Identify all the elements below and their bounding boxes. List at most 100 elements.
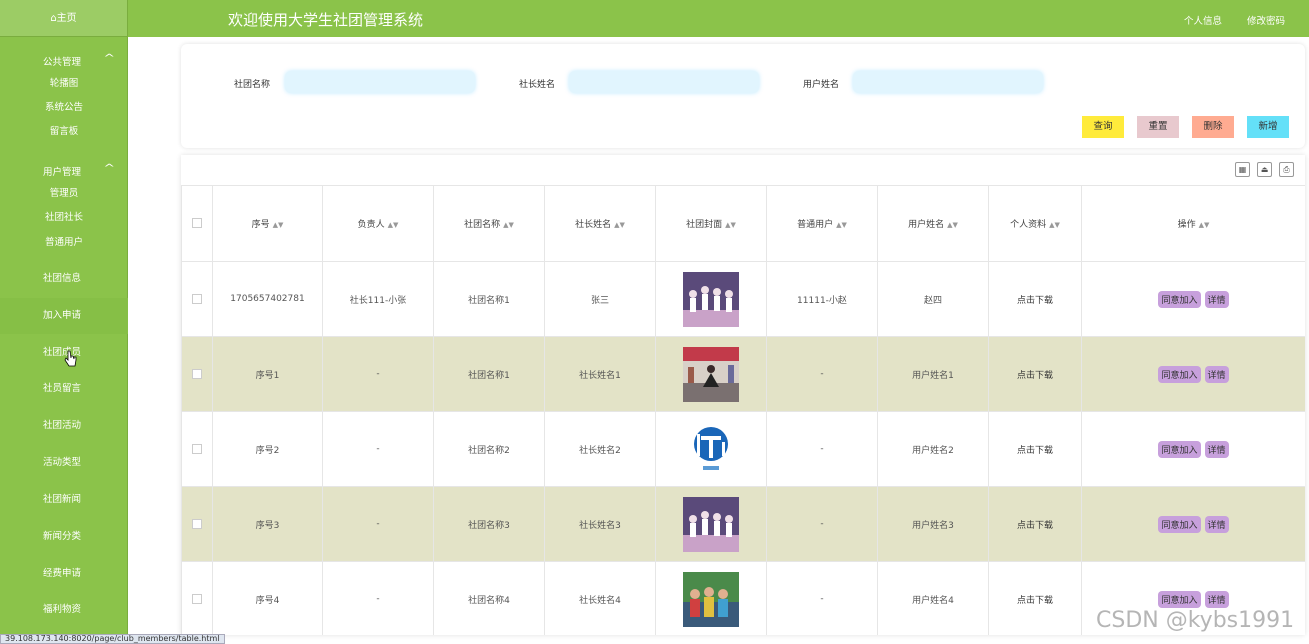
search-panel: 社团名称 社长姓名 用户姓名 查询 重置 删除 新增 bbox=[181, 44, 1305, 148]
query-button[interactable]: 查询 bbox=[1082, 116, 1124, 138]
sidebar-item-activity-types[interactable]: 活动类型 bbox=[0, 446, 128, 480]
sidebar-item-normal-user[interactable]: 普通用户 bbox=[0, 234, 128, 248]
sidebar-item-club-activities[interactable]: 社团活动 bbox=[0, 409, 128, 443]
sidebar-item-funding[interactable]: 经费申请 bbox=[0, 557, 128, 591]
download-link[interactable]: 点击下载 bbox=[1017, 296, 1053, 306]
row-checkbox[interactable] bbox=[192, 593, 202, 604]
col-header[interactable]: 社长姓名 ▲▼ bbox=[544, 185, 656, 262]
club-cover-image[interactable] bbox=[683, 421, 739, 477]
club-name-input[interactable] bbox=[285, 71, 475, 93]
sort-icon: ▲▼ bbox=[725, 221, 736, 229]
approve-button[interactable]: 同意加入 bbox=[1158, 365, 1201, 383]
select-all-checkbox[interactable] bbox=[192, 218, 202, 229]
sidebar-item-news-category[interactable]: 新闻分类 bbox=[0, 520, 128, 554]
status-url: 39.108.173.140:8020/page/club_members/ta… bbox=[0, 634, 225, 644]
club-cover-image[interactable] bbox=[683, 346, 739, 402]
cell-username: 用户姓名4 bbox=[877, 561, 989, 635]
row-checkbox[interactable] bbox=[192, 368, 202, 379]
table-panel: ▦ ⏏ ⎙ 序号 ▲▼ 负责人 ▲▼ 社团名称 ▲▼ 社长姓名 ▲▼ 社团封面 ▲▼ 普通… bbox=[181, 155, 1305, 635]
row-select-cell bbox=[181, 486, 213, 562]
download-link[interactable]: 点击下载 bbox=[1017, 371, 1053, 381]
chevron-up-icon[interactable]: ^ bbox=[103, 163, 115, 174]
sidebar-item-welfare[interactable]: 福利物资 bbox=[0, 593, 128, 627]
cell-no: 序号2 bbox=[212, 411, 323, 487]
cell-profile: 点击下载 bbox=[988, 336, 1082, 412]
col-header[interactable]: 操作 ▲▼ bbox=[1081, 185, 1305, 262]
sidebar-item-club-news[interactable]: 社团新闻 bbox=[0, 483, 128, 517]
download-link[interactable]: 点击下载 bbox=[1017, 521, 1053, 531]
detail-button[interactable]: 详情 bbox=[1204, 590, 1229, 608]
profile-link[interactable]: 个人信息 bbox=[1184, 13, 1222, 27]
president-input[interactable] bbox=[569, 71, 759, 93]
col-header[interactable]: 用户姓名 ▲▼ bbox=[877, 185, 989, 262]
hand-cursor-icon bbox=[64, 350, 77, 367]
download-link[interactable]: 点击下载 bbox=[1017, 446, 1053, 456]
cell-club-name: 社团名称2 bbox=[433, 411, 545, 487]
col-header[interactable]: 普通用户 ▲▼ bbox=[766, 185, 878, 262]
cell-username: 赵四 bbox=[877, 261, 989, 337]
sidebar-item-notice[interactable]: 系统公告 bbox=[0, 99, 128, 113]
row-checkbox[interactable] bbox=[192, 518, 202, 529]
cell-president: 社长姓名3 bbox=[544, 486, 656, 562]
sidebar-item-member-messages[interactable]: 社员留言 bbox=[0, 372, 128, 406]
col-header[interactable]: 社团封面 ▲▼ bbox=[655, 185, 767, 262]
row-select-cell bbox=[181, 336, 213, 412]
sidebar-item-messageboard[interactable]: 留言板 bbox=[0, 123, 128, 137]
cell-cover bbox=[655, 486, 767, 562]
cell-no: 序号1 bbox=[212, 336, 323, 412]
reset-button[interactable]: 重置 bbox=[1137, 116, 1179, 138]
cell-club-name: 社团名称1 bbox=[433, 336, 545, 412]
table-row: 序号3- 社团名称3 社长姓名3- 用户姓名3 点击下载 同意加入 详情 bbox=[181, 486, 1305, 562]
sidebar-group-public[interactable]: 公共管理 bbox=[43, 54, 81, 68]
col-header[interactable]: 个人资料 ▲▼ bbox=[988, 185, 1082, 262]
approve-button[interactable]: 同意加入 bbox=[1158, 590, 1201, 608]
detail-button[interactable]: 详情 bbox=[1204, 365, 1229, 383]
page-title: 欢迎使用大学生社团管理系统 bbox=[228, 11, 424, 29]
add-button[interactable]: 新增 bbox=[1247, 116, 1289, 138]
cell-president: 社长姓名4 bbox=[544, 561, 656, 635]
export-icon[interactable]: ⏏ bbox=[1257, 162, 1272, 177]
detail-button[interactable]: 详情 bbox=[1204, 515, 1229, 533]
detail-button[interactable]: 详情 bbox=[1204, 290, 1229, 308]
sidebar-home[interactable]: ⌂主页 bbox=[0, 0, 127, 37]
sidebar-group-users[interactable]: 用户管理 bbox=[43, 164, 81, 178]
cell-normal-user: - bbox=[766, 561, 878, 635]
table-header: 序号 ▲▼ 负责人 ▲▼ 社团名称 ▲▼ 社长姓名 ▲▼ 社团封面 ▲▼ 普通用户 ▲▼ 用… bbox=[181, 185, 1305, 262]
cell-normal-user: - bbox=[766, 336, 878, 412]
row-checkbox[interactable] bbox=[192, 443, 202, 454]
cell-leader: - bbox=[322, 336, 434, 412]
cell-club-name: 社团名称4 bbox=[433, 561, 545, 635]
sidebar-item-admin[interactable]: 管理员 bbox=[0, 185, 128, 199]
club-cover-image[interactable] bbox=[683, 496, 739, 552]
cell-profile: 点击下载 bbox=[988, 411, 1082, 487]
col-header[interactable]: 社团名称 ▲▼ bbox=[433, 185, 545, 262]
change-password-link[interactable]: 修改密码 bbox=[1247, 13, 1285, 27]
club-cover-image[interactable] bbox=[683, 271, 739, 327]
sidebar-item-carousel[interactable]: 轮播图 bbox=[0, 75, 128, 89]
cell-club-name: 社团名称3 bbox=[433, 486, 545, 562]
approve-button[interactable]: 同意加入 bbox=[1158, 290, 1201, 308]
detail-button[interactable]: 详情 bbox=[1204, 440, 1229, 458]
approve-button[interactable]: 同意加入 bbox=[1158, 515, 1201, 533]
data-table: 序号 ▲▼ 负责人 ▲▼ 社团名称 ▲▼ 社长姓名 ▲▼ 社团封面 ▲▼ 普通用户 ▲▼ 用… bbox=[181, 185, 1305, 635]
sidebar-item-president[interactable]: 社团社长 bbox=[0, 209, 128, 223]
top-bar: 欢迎使用大学生社团管理系统 个人信息 修改密码 bbox=[128, 0, 1309, 37]
sidebar-item-club-info[interactable]: 社团信息 bbox=[0, 262, 128, 296]
row-checkbox[interactable] bbox=[192, 293, 202, 304]
chevron-up-icon[interactable]: ^ bbox=[103, 53, 115, 64]
approve-button[interactable]: 同意加入 bbox=[1158, 440, 1201, 458]
sort-icon: ▲▼ bbox=[836, 221, 847, 229]
download-link[interactable]: 点击下载 bbox=[1017, 596, 1053, 606]
delete-button[interactable]: 删除 bbox=[1192, 116, 1234, 138]
club-cover-image[interactable] bbox=[683, 571, 739, 627]
col-header[interactable]: 负责人 ▲▼ bbox=[322, 185, 434, 262]
sort-icon: ▲▼ bbox=[614, 221, 625, 229]
user-input[interactable] bbox=[853, 71, 1043, 93]
sort-icon: ▲▼ bbox=[947, 221, 958, 229]
sidebar-item-join-request[interactable]: 加入申请 bbox=[0, 298, 128, 334]
col-header[interactable]: 序号 ▲▼ bbox=[212, 185, 323, 262]
user-label: 用户姓名 bbox=[803, 80, 840, 90]
row-select-cell bbox=[181, 561, 213, 635]
print-icon[interactable]: ⎙ bbox=[1279, 162, 1294, 177]
columns-icon[interactable]: ▦ bbox=[1235, 162, 1250, 177]
